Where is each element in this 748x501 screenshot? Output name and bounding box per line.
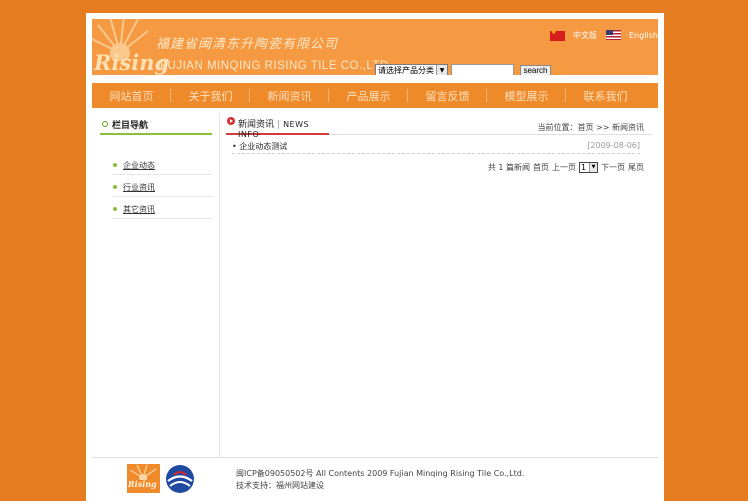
pager-first[interactable]: 首页: [533, 162, 549, 173]
header-banner: 福建省闽清东升陶瓷有限公司 Rising FUJIAN MINQING RISI…: [92, 19, 658, 75]
tech-support-line[interactable]: 技术支持：福州网站建设: [236, 480, 524, 492]
pager-prev[interactable]: 上一页: [552, 162, 576, 173]
footer-logo-text: Rising: [128, 479, 157, 489]
company-name-en: FUJIAN MINQING RISING TILE CO.,LTD: [160, 60, 389, 72]
lang-en-link[interactable]: English: [606, 30, 658, 40]
brand-logo-text: Rising: [94, 50, 170, 75]
sidebar-item-industry-news[interactable]: 行业资讯: [112, 176, 212, 197]
dropdown-arrow-icon: ▼: [436, 65, 447, 75]
sidebar-title: 栏目导航: [100, 118, 212, 135]
list-item: • 企业动态测试 [2009-08-06]: [232, 140, 640, 154]
search-input[interactable]: [451, 64, 514, 75]
sun-logo-icon: [129, 464, 157, 482]
circle-bullet-icon: [102, 121, 108, 127]
page-container: 福建省闽清东升陶瓷有限公司 Rising FUJIAN MINQING RISI…: [86, 13, 664, 501]
footer-copyright: 闽ICP备09050502号 All Contents 2009 Fujian …: [236, 468, 524, 492]
pager-last[interactable]: 尾页: [628, 162, 644, 173]
dropdown-arrow-icon: ▼: [589, 163, 597, 172]
nav-item-news[interactable]: 新闻资讯: [250, 88, 329, 104]
sidebar-item-label: 其它资讯: [123, 205, 155, 214]
nav-item-feedback[interactable]: 留言反馈: [408, 88, 487, 104]
dot-bullet-icon: [113, 207, 117, 211]
page-select[interactable]: 1 ▼: [579, 162, 598, 173]
footer-rising-logo: Rising: [127, 464, 160, 493]
sidebar-item-label: 行业资讯: [123, 183, 155, 192]
copyright-line: 闽ICP备09050502号 All Contents 2009 Fujian …: [236, 469, 525, 478]
pager-next[interactable]: 下一页: [601, 162, 625, 173]
lang-cn-label: 中文版: [573, 31, 597, 40]
nav-item-products[interactable]: 产品展示: [329, 88, 408, 104]
category-select[interactable]: 请选择产品分类 ▼: [375, 64, 448, 75]
nav-item-contact[interactable]: 联系我们: [566, 88, 645, 104]
sidebar-item-label: 企业动态: [123, 161, 155, 170]
sidebar-item-other-news[interactable]: 其它资讯: [112, 198, 212, 219]
footer-divider: [92, 457, 658, 458]
dot-bullet-icon: [113, 163, 117, 167]
section-title-cn: 新闻资讯: [238, 120, 275, 130]
section-header: 新闻资讯 | NEWS INFO 当前位置：首页 >> 新闻资讯: [226, 113, 652, 139]
company-name-cn: 福建省闽清东升陶瓷有限公司: [156, 37, 339, 52]
search-button[interactable]: search: [520, 64, 551, 75]
partner-globe-logo-icon: [166, 465, 194, 493]
china-flag-icon: [550, 29, 565, 41]
nav-item-home[interactable]: 网站首页: [92, 88, 171, 104]
nav-item-models[interactable]: 模型展示: [487, 88, 566, 104]
main-content: 新闻资讯 | NEWS INFO 当前位置：首页 >> 新闻资讯 • 企业动态测试 …: [226, 113, 652, 457]
news-title: 企业动态测试: [239, 142, 288, 151]
sidebar-item-company-news[interactable]: 企业动态: [112, 154, 212, 175]
section-tab: 新闻资讯 | NEWS INFO: [226, 113, 329, 139]
nav-item-about[interactable]: 关于我们: [171, 88, 250, 104]
main-nav: 网站首页 关于我们 新闻资讯 产品展示 留言反馈 模型展示 联系我们: [92, 83, 658, 108]
dot-bullet-icon: [113, 185, 117, 189]
pagination: 共 1 篇新闻 首页 上一页 1 ▼ 下一页 尾页: [488, 162, 644, 173]
sidebar: 栏目导航 企业动态 行业资讯 其它资讯: [86, 113, 220, 457]
news-date: [2009-08-06]: [587, 141, 640, 150]
usa-flag-icon: [606, 30, 621, 40]
lang-cn-link[interactable]: 中文版: [550, 29, 597, 41]
page-select-value: 1: [581, 163, 587, 172]
category-select-value: 请选择产品分类: [378, 66, 434, 75]
play-bullet-icon: [227, 117, 235, 125]
news-title-link[interactable]: • 企业动态测试: [232, 141, 287, 152]
sidebar-title-label: 栏目导航: [112, 121, 149, 131]
lang-en-label: English: [629, 30, 658, 40]
breadcrumb: 当前位置：首页 >> 新闻资讯: [537, 123, 645, 132]
pager-total: 共 1 篇新闻: [487, 163, 530, 172]
search-bar: 请选择产品分类 ▼ search: [375, 64, 551, 75]
